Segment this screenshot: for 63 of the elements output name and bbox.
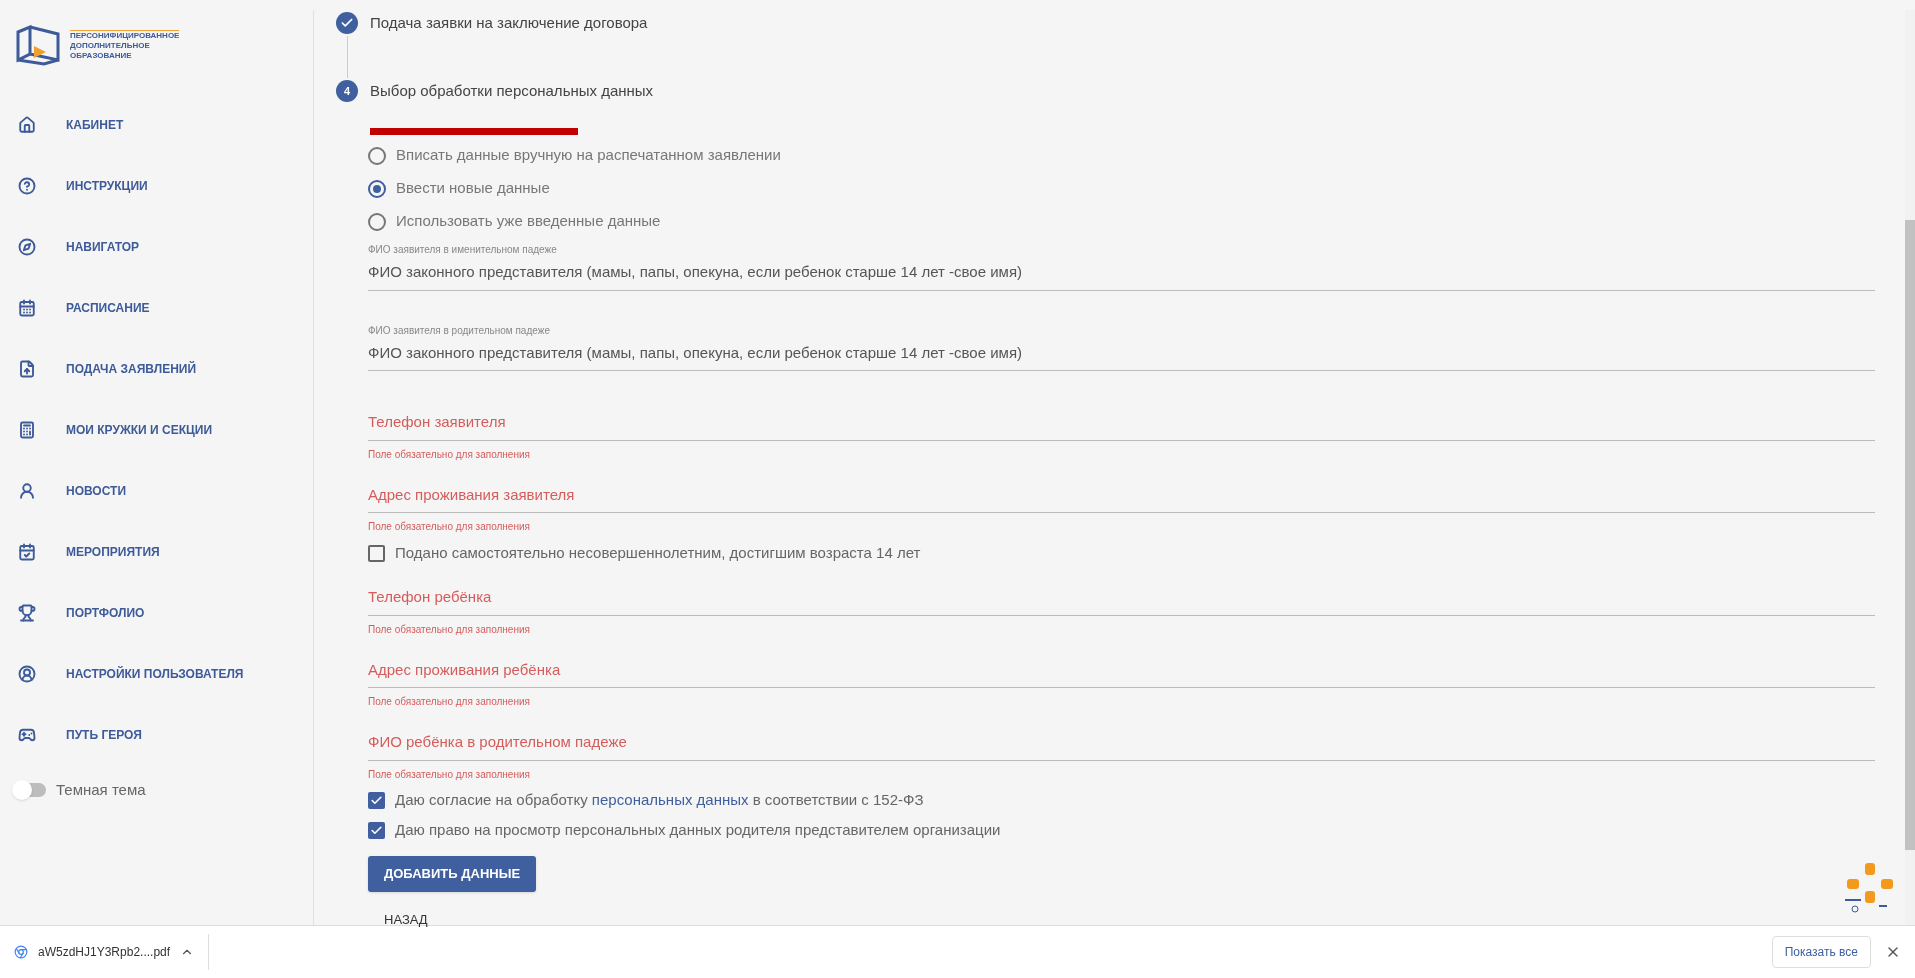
text-field[interactable]: Телефон заявителя bbox=[368, 399, 1875, 441]
checkbox[interactable] bbox=[368, 792, 385, 809]
user-circle-icon bbox=[18, 664, 36, 683]
home-icon bbox=[18, 115, 36, 134]
show-all-button[interactable]: Показать все bbox=[1771, 936, 1871, 968]
logo-text: ОБРАЗОВАНИЕ bbox=[70, 50, 133, 61]
sidebar-item[interactable]: МЕРОПРИЯТИЯ bbox=[0, 521, 313, 582]
step-number: 4 bbox=[336, 80, 358, 102]
logo-icon bbox=[14, 24, 62, 66]
error-message: Поле обязательно для заполнения bbox=[368, 520, 530, 534]
radio-button[interactable] bbox=[368, 146, 386, 165]
radio-label: Вписать данные вручную на распечатанном заявлении bbox=[396, 145, 781, 166]
back-button[interactable]: НАЗАД bbox=[368, 905, 444, 933]
browser-icon bbox=[14, 945, 28, 959]
text-field[interactable]: Телефон ребёнка bbox=[368, 574, 1875, 616]
toggle-switch[interactable] bbox=[14, 783, 46, 798]
personal-data-link[interactable]: персональных данных bbox=[591, 791, 749, 809]
check-icon bbox=[336, 12, 358, 34]
compass-icon bbox=[18, 237, 36, 256]
sidebar-item[interactable]: НАСТРОЙКИ ПОЛЬЗОВАТЕЛЯ bbox=[0, 643, 313, 704]
logo-text: ПЕРСОНИФИЦИРОВАННОЕ bbox=[70, 30, 180, 41]
calendar-icon bbox=[18, 298, 36, 317]
logo-text: ДОПОЛНИТЕЛЬНОЕ bbox=[70, 40, 151, 51]
sidebar-item[interactable]: НОВОСТИ bbox=[0, 460, 313, 521]
sidebar-item[interactable]: ИНСТРУКЦИИ bbox=[0, 155, 313, 216]
error-message: Поле обязательно для заполнения bbox=[368, 447, 530, 462]
person-icon bbox=[18, 481, 36, 500]
step-title: Выбор обработки персональных данных bbox=[370, 80, 654, 101]
error-message: Поле обязательно для заполнения bbox=[368, 695, 530, 709]
checkmark-icon bbox=[370, 824, 383, 837]
text-field[interactable]: ФИО ребёнка в родительном падеже bbox=[368, 719, 1875, 761]
text-field[interactable]: Адрес проживания заявителя bbox=[368, 471, 1875, 513]
text-field[interactable]: ФИО заявителя в родительном падеже ФИО законного представителя (мамы, папы, опекуна, если ребенок старше 14 лет -свое имя) bbox=[368, 318, 1875, 371]
sidebar-item[interactable]: ПОДАЧА ЗАЯВЛЕНИЙ bbox=[0, 338, 313, 399]
error-message: Поле обязательно для заполнения bbox=[368, 622, 530, 637]
toggle-label: Темная тема bbox=[56, 780, 146, 800]
sidebar-item[interactable]: МОИ КРУЖКИ И СЕКЦИИ bbox=[0, 399, 313, 460]
sidebar-item[interactable]: КАБИНЕТ bbox=[0, 94, 313, 155]
add-data-button[interactable]: ДОБАВИТЬ ДАННЫЕ bbox=[368, 855, 537, 892]
file-upload-icon bbox=[18, 359, 36, 378]
sidebar-item[interactable]: ПУТЬ ГЕРОЯ bbox=[0, 704, 313, 765]
checkbox[interactable] bbox=[368, 544, 385, 562]
text-field[interactable]: ФИО заявителя в именительном падеже ФИО законного представителя (мамы, папы, опекуна, если ребенок старше 14 лет -свое имя) bbox=[368, 238, 1875, 291]
checkbox-label: Даю право на просмотр персональных данных родителя представителем организации bbox=[395, 820, 1001, 841]
checkbox-label: Подано самостоятельно несовершеннолетним, достигшим возраста 14 лет bbox=[395, 542, 921, 563]
calendar-icon bbox=[18, 542, 36, 561]
trophy-icon bbox=[18, 603, 36, 622]
sidebar-item[interactable]: РАСПИСАНИЕ bbox=[0, 277, 313, 338]
step-title: Подача заявки на заключение договора bbox=[370, 12, 648, 33]
radio-button[interactable] bbox=[368, 179, 386, 198]
sidebar-item[interactable]: ПОРТФОЛИО bbox=[0, 582, 313, 643]
sidebar-item[interactable]: НАВИГАТОР bbox=[0, 216, 313, 277]
download-item[interactable]: aW5zdHJ1Y3Rpb2....pdf bbox=[14, 934, 210, 970]
error-message: Поле обязательно для заполнения bbox=[368, 767, 530, 782]
radio-button[interactable] bbox=[368, 212, 386, 231]
radio-label: Использовать уже введенные данные bbox=[396, 211, 661, 232]
checkbox-label: Даю согласие на обработку персональных данных в соответствии с 152-ФЗ bbox=[395, 790, 924, 811]
text-field[interactable]: Адрес проживания ребёнка bbox=[368, 646, 1875, 688]
help-icon bbox=[18, 176, 36, 195]
math-symbols-icon bbox=[18, 420, 36, 439]
checkmark-icon bbox=[370, 794, 383, 807]
radio-label: Ввести новые данные bbox=[396, 178, 550, 199]
checkbox[interactable] bbox=[368, 822, 385, 839]
